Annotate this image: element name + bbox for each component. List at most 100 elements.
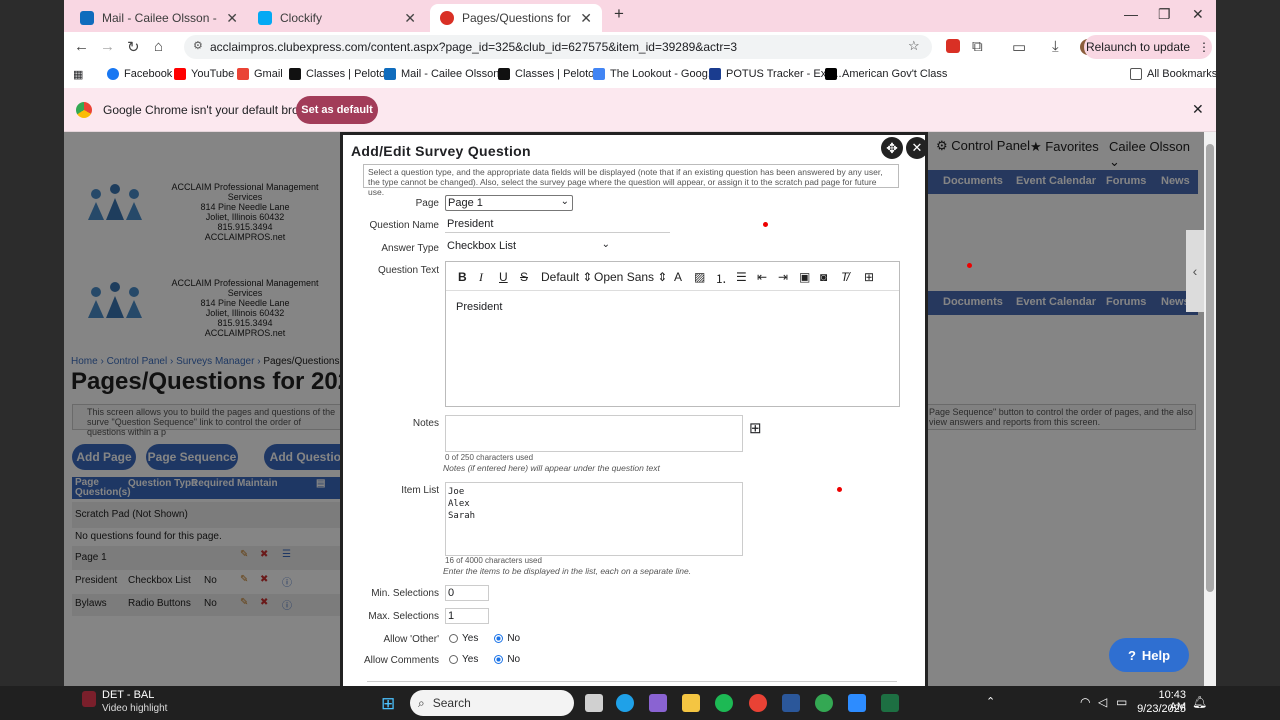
word-icon[interactable]: [782, 694, 800, 712]
bookmark-label: Facebook: [124, 68, 173, 80]
indent-icon[interactable]: ⇥: [778, 270, 788, 284]
spotify-icon[interactable]: [715, 694, 733, 712]
bookmark-gmail[interactable]: Gmail: [237, 68, 283, 80]
bookmark-youtube[interactable]: YouTube: [174, 68, 234, 80]
explorer-icon[interactable]: [682, 694, 700, 712]
files-icon[interactable]: [585, 694, 603, 712]
bullet-list-icon[interactable]: ☰: [736, 270, 747, 284]
highlight-icon[interactable]: ▨: [694, 270, 705, 284]
all-bookmarks[interactable]: All Bookmarks: [1130, 68, 1216, 80]
close-icon[interactable]: ✕: [404, 10, 416, 27]
address-bar[interactable]: ⚙ acclaimpros.clubexpress.com/content.as…: [184, 35, 932, 59]
back-icon[interactable]: ←: [74, 38, 89, 55]
tab-clockify[interactable]: Clockify ✕: [248, 4, 426, 32]
new-tab-icon[interactable]: +: [614, 4, 624, 24]
bookmark-american-gov[interactable]: American Gov't Class: [825, 68, 947, 80]
apps-grid-icon[interactable]: ▦: [73, 68, 83, 81]
underline-icon[interactable]: U: [499, 270, 508, 284]
dialog-close-icon[interactable]: ✕: [906, 137, 928, 159]
page-select[interactable]: Page 1 ⌄: [445, 195, 573, 211]
strikethrough-icon[interactable]: S: [520, 270, 528, 284]
side-panel-toggle-icon[interactable]: ‹: [1186, 230, 1204, 312]
home-icon[interactable]: ⌂: [154, 38, 163, 55]
allow-other-yes-radio[interactable]: [449, 634, 458, 643]
page-label: Page: [415, 198, 439, 209]
tab-outlook[interactable]: Mail - Cailee Olsson - Outlook ✕: [70, 4, 248, 32]
min-selections-input[interactable]: 0: [445, 585, 489, 601]
scrollbar-thumb[interactable]: [1206, 144, 1214, 592]
site-info-icon[interactable]: ⚙: [193, 39, 203, 52]
close-icon[interactable]: ✕: [226, 10, 238, 27]
bookmarks-bar: ▦ Facebook YouTube Gmail Classes | Pelot…: [64, 62, 1216, 88]
move-icon[interactable]: ✥: [881, 137, 903, 159]
chrome-icon[interactable]: [749, 694, 767, 712]
ordered-list-icon[interactable]: ⒈: [715, 270, 727, 287]
reload-icon[interactable]: ↻: [127, 38, 140, 56]
bookmark-facebook[interactable]: Facebook: [107, 68, 172, 80]
allow-comments-yes-radio[interactable]: [449, 655, 458, 664]
tab-clubexpress[interactable]: Pages/Questions for 2026 Boar ✕: [430, 4, 602, 32]
question-name-input[interactable]: President: [445, 217, 670, 233]
answer-type-select[interactable]: Checkbox List ⌄: [445, 239, 613, 255]
taskbar-search[interactable]: ⌕ Search: [410, 690, 574, 716]
windows-start-icon[interactable]: ⊞: [381, 694, 395, 714]
close-icon[interactable]: ✕: [580, 10, 592, 27]
battery-icon[interactable]: ▭: [1116, 695, 1127, 709]
notes-textarea[interactable]: [445, 415, 743, 452]
italic-icon[interactable]: I: [479, 270, 483, 285]
bookmark-peloton-2[interactable]: Classes | Peloton: [498, 68, 600, 80]
extension-icon[interactable]: [946, 39, 960, 53]
notification-bell-icon[interactable]: 🔔︎: [1192, 695, 1207, 709]
allow-other-no-radio[interactable]: [494, 634, 504, 643]
bookmark-star-icon[interactable]: ☆: [908, 38, 920, 54]
page-scrollbar[interactable]: [1204, 132, 1216, 686]
clear-format-icon[interactable]: T̸: [841, 270, 848, 284]
set-as-default-button[interactable]: Set as default: [296, 96, 378, 124]
insert-field-icon[interactable]: ⊞: [864, 270, 874, 284]
folder-icon: [1130, 68, 1142, 80]
extensions-puzzle-icon[interactable]: ⧉: [972, 38, 983, 55]
bookmark-potus[interactable]: POTUS Tracker - Exe...: [709, 68, 842, 80]
relaunch-button[interactable]: Relaunch to update ⋮: [1084, 35, 1212, 59]
infobar-close-icon[interactable]: ✕: [1192, 101, 1204, 118]
font-dropdown[interactable]: Open Sans ⇕: [594, 270, 667, 284]
window-close-icon[interactable]: ✕: [1192, 6, 1204, 23]
image-icon[interactable]: ▣: [799, 270, 810, 284]
bold-icon[interactable]: B: [458, 270, 467, 284]
chrome-profile-icon[interactable]: [815, 694, 833, 712]
sports-widget-icon[interactable]: [82, 691, 96, 707]
help-button[interactable]: ? Help: [1109, 638, 1189, 672]
cast-icon[interactable]: ▭: [1012, 38, 1026, 56]
tray-chevron-icon[interactable]: ⌃: [986, 695, 995, 708]
outdent-icon[interactable]: ⇤: [757, 270, 767, 284]
allow-comments-no-radio[interactable]: [494, 655, 504, 664]
infobar-message: Google Chrome isn't your default browser: [103, 103, 325, 117]
download-icon[interactable]: ⤓: [1052, 38, 1059, 55]
taskbar: DET - BAL Video highlight ⊞ ⌕ Search ⌃ ◠…: [0, 686, 1280, 720]
wifi-icon[interactable]: ◠: [1080, 695, 1090, 709]
excel-icon[interactable]: [881, 694, 899, 712]
question-text-body[interactable]: President: [446, 290, 899, 406]
forward-icon[interactable]: →: [100, 38, 115, 55]
edge-icon[interactable]: [616, 694, 634, 712]
bookmark-outlook[interactable]: Mail - Cailee Olsson...: [384, 68, 509, 80]
text-color-icon[interactable]: A: [674, 270, 682, 284]
minimize-icon[interactable]: —: [1124, 6, 1138, 22]
copilot-icon[interactable]: [649, 694, 667, 712]
bookmark-label: The Lookout - Goog...: [610, 68, 718, 80]
bookmark-lookout[interactable]: The Lookout - Goog...: [593, 68, 717, 80]
page-select-value: Page 1: [448, 197, 483, 209]
bookmark-peloton-1[interactable]: Classes | Peloton: [289, 68, 391, 80]
camera-icon[interactable]: ◙: [820, 270, 827, 284]
format-dropdown[interactable]: Default ⇕: [541, 270, 592, 284]
search-icon: ⌕: [418, 695, 425, 710]
clubexpress-icon: [440, 11, 454, 25]
insert-field-icon[interactable]: ⊞: [749, 419, 762, 437]
widget-title[interactable]: DET - BAL: [102, 689, 154, 701]
volume-icon[interactable]: ◁: [1098, 695, 1107, 709]
zoom-icon[interactable]: [848, 694, 866, 712]
item-list-textarea[interactable]: Joe Alex Sarah: [445, 482, 743, 556]
max-selections-input[interactable]: 1: [445, 608, 489, 624]
restore-icon[interactable]: ❐: [1158, 6, 1171, 23]
required-indicator: [967, 263, 972, 268]
